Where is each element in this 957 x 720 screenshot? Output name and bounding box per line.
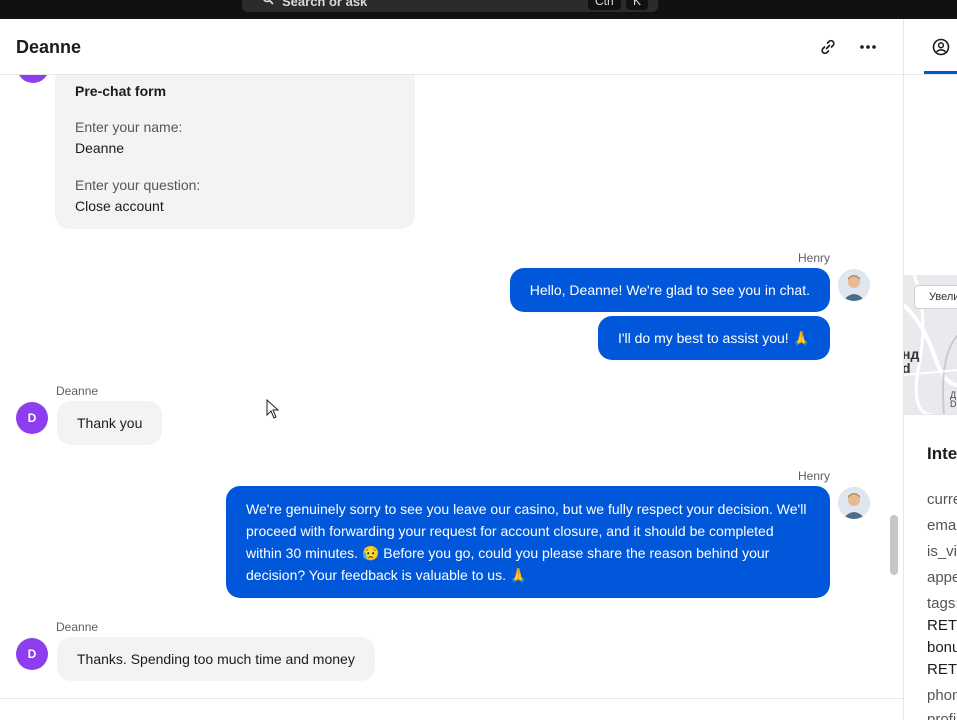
composer-divider bbox=[0, 698, 903, 699]
name-label: Enter your name: bbox=[75, 119, 183, 135]
message-bubble[interactable]: Thanks. Spending too much time and money bbox=[57, 637, 375, 681]
sender-name: Henry bbox=[797, 469, 830, 483]
shortcut-key-ctrl: Ctrl bbox=[588, 0, 621, 10]
map-zoom-button[interactable]: Увели bbox=[914, 285, 957, 309]
details-panel: Увели ндd ДD Inte curre emai is_vip appe… bbox=[903, 19, 957, 720]
shortcut-key-k: K bbox=[626, 0, 649, 10]
more-options-button[interactable] bbox=[856, 35, 880, 59]
name-value: Deanne bbox=[75, 140, 125, 156]
map-label-small: ДD bbox=[950, 390, 957, 409]
copy-link-button[interactable] bbox=[816, 35, 840, 59]
field-is-vip: is_vip bbox=[927, 543, 957, 560]
agent-avatar bbox=[838, 269, 870, 301]
field-email: emai bbox=[927, 517, 957, 534]
pre-chat-form-title: Pre-chat form bbox=[75, 83, 167, 99]
field-tag-value: bonu bbox=[927, 639, 957, 656]
message-bubble[interactable]: Hello, Deanne! We're glad to see you in … bbox=[509, 268, 830, 312]
map-label: ндd bbox=[904, 346, 920, 375]
message-bubble[interactable]: We're genuinely sorry to see you leave o… bbox=[226, 486, 830, 598]
link-icon bbox=[821, 39, 835, 55]
question-label: Enter your question: bbox=[75, 177, 201, 193]
agent-avatar bbox=[838, 487, 870, 519]
avatar: D bbox=[16, 638, 48, 670]
sender-name: Henry bbox=[797, 251, 830, 265]
field-tag-value: RETH bbox=[927, 661, 957, 678]
conversation-header: Deanne bbox=[0, 19, 903, 75]
message-bubble[interactable]: Thank you bbox=[57, 401, 163, 445]
more-icon bbox=[860, 45, 876, 49]
field-profile: profi bbox=[927, 711, 957, 720]
message-bubble[interactable]: I'll do my best to assist you! 🙏 bbox=[597, 316, 830, 360]
avatar bbox=[17, 75, 49, 83]
field-tag-value: RETH bbox=[927, 617, 957, 634]
field-tags: tags: bbox=[927, 595, 957, 612]
integrations-section-title: Inte bbox=[927, 444, 957, 463]
active-tab-indicator bbox=[924, 71, 957, 74]
pre-chat-form: Pre-chat form Enter your name: Deanne En… bbox=[55, 75, 415, 229]
sender-name: Deanne bbox=[56, 620, 99, 634]
global-search[interactable]: Search or ask Ctrl K bbox=[242, 0, 658, 12]
question-value: Close account bbox=[75, 198, 164, 214]
agent-photo bbox=[838, 269, 870, 301]
sender-name: Deanne bbox=[56, 384, 99, 398]
location-map[interactable]: Увели ндd ДD bbox=[904, 275, 957, 415]
top-bar: Search or ask Ctrl K bbox=[0, 0, 957, 19]
search-icon bbox=[263, 0, 274, 5]
field-appearance: appe bbox=[927, 569, 957, 586]
search-placeholder: Search or ask bbox=[282, 0, 368, 9]
mouse-cursor-icon bbox=[266, 399, 280, 419]
tab-customer-details[interactable] bbox=[904, 19, 957, 75]
field-current: curre bbox=[927, 491, 957, 508]
agent-photo bbox=[838, 487, 870, 519]
chat-scrollbar[interactable] bbox=[890, 515, 898, 575]
conversation-title: Deanne bbox=[16, 37, 82, 57]
avatar: D bbox=[16, 402, 48, 434]
chat-transcript[interactable]: Pre-chat form Enter your name: Deanne En… bbox=[0, 75, 888, 698]
user-circle-icon bbox=[932, 38, 950, 56]
field-phone: phon bbox=[927, 687, 957, 704]
